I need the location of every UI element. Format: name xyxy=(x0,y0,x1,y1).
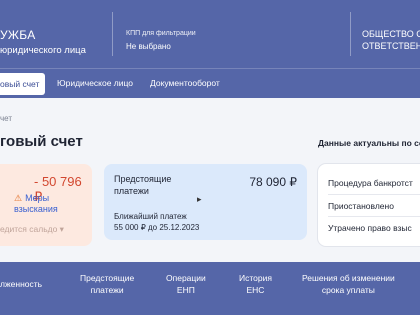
footer-item-deadline-change-decisions[interactable]: Решения об изменении срока уплаты xyxy=(302,272,395,296)
bottom-navigation: лженность Предстоящие платежи Операции Е… xyxy=(0,262,420,315)
main-tabs: овый счет Юридическое лицо Документообор… xyxy=(0,68,420,99)
footer-item-label: ЕНП xyxy=(176,285,195,295)
organization-name[interactable]: ОБЩЕСТВО С ОТВЕТСТВЕНН xyxy=(362,28,420,52)
footer-item-label: История xyxy=(239,273,272,283)
upcoming-payments-amount: 78 090 ₽ xyxy=(249,175,297,189)
footer-item-label: Решения об изменении xyxy=(302,273,395,283)
tab-legal-entity[interactable]: Юридическое лицо xyxy=(57,78,133,88)
footer-item-label: платежи xyxy=(90,285,124,295)
upcoming-title-line: Предстоящие xyxy=(114,174,172,184)
footer-item-upcoming-payments[interactable]: Предстоящие платежи xyxy=(80,272,134,296)
upcoming-payments-card[interactable]: Предстоящие платежи 78 090 ₽ Ближайший п… xyxy=(104,164,307,240)
footer-item-enp-operations[interactable]: Операции ЕНП xyxy=(166,272,206,296)
footer-item-label: Предстоящие xyxy=(80,273,135,283)
status-item[interactable]: Процедура банкротст xyxy=(328,178,413,188)
kpp-filter-label: КПП для фильтрации xyxy=(126,30,196,37)
footer-item-debt[interactable]: лженность xyxy=(0,278,42,290)
status-divider xyxy=(328,194,420,195)
status-item[interactable]: Приостановлено xyxy=(328,201,394,211)
footer-item-ens-history[interactable]: История ЕНС xyxy=(239,272,272,296)
footer-item-label: Операции xyxy=(166,273,206,283)
kpp-filter-value[interactable]: Не выбрано xyxy=(126,42,171,51)
organization-name-line: ОБЩЕСТВО С xyxy=(362,29,420,39)
header-divider xyxy=(112,12,113,56)
page-title: говый счет xyxy=(0,133,83,150)
balance-note[interactable]: едится сальдо ▾ xyxy=(0,224,64,235)
brand-title: УЖБА xyxy=(0,28,36,42)
status-divider xyxy=(328,216,420,217)
status-item[interactable]: Утрачено право взыс xyxy=(328,223,412,233)
top-header: УЖБА юридического лица КПП для фильтраци… xyxy=(0,0,420,68)
next-payment-label: Ближайший платеж xyxy=(114,212,187,221)
tab-tax-account[interactable]: овый счет xyxy=(0,73,46,95)
tab-document-flow[interactable]: Документооборот xyxy=(150,78,220,88)
header-divider xyxy=(350,12,351,56)
data-actuality-note: Данные актуальны по со xyxy=(318,138,420,148)
status-card: Процедура банкротст Приостановлено Утрач… xyxy=(318,164,420,246)
next-payment-value: 55 000 ₽ до 25.12.2023 xyxy=(114,223,200,232)
footer-item-label: срока уплаты xyxy=(321,285,375,295)
footer-item-label: ЕНС xyxy=(246,285,265,295)
brand-subtitle: юридического лица xyxy=(0,45,86,56)
footer-item-label: лженность xyxy=(0,279,43,289)
organization-name-line: ОТВЕТСТВЕНН xyxy=(362,41,420,51)
breadcrumb[interactable]: чет xyxy=(0,114,12,123)
upcoming-title-line: платежи xyxy=(114,186,149,196)
mouse-cursor-icon: ▸ xyxy=(197,194,202,204)
collection-measures-link[interactable]: ⚠ Меры взыскания xyxy=(14,193,92,214)
warning-icon: ⚠ xyxy=(14,193,23,203)
upcoming-payments-title: Предстоящие платежи xyxy=(114,173,171,197)
debt-card[interactable]: - 50 796 ₽ ⚠ Меры взыскания едится сальдо… xyxy=(0,164,92,246)
